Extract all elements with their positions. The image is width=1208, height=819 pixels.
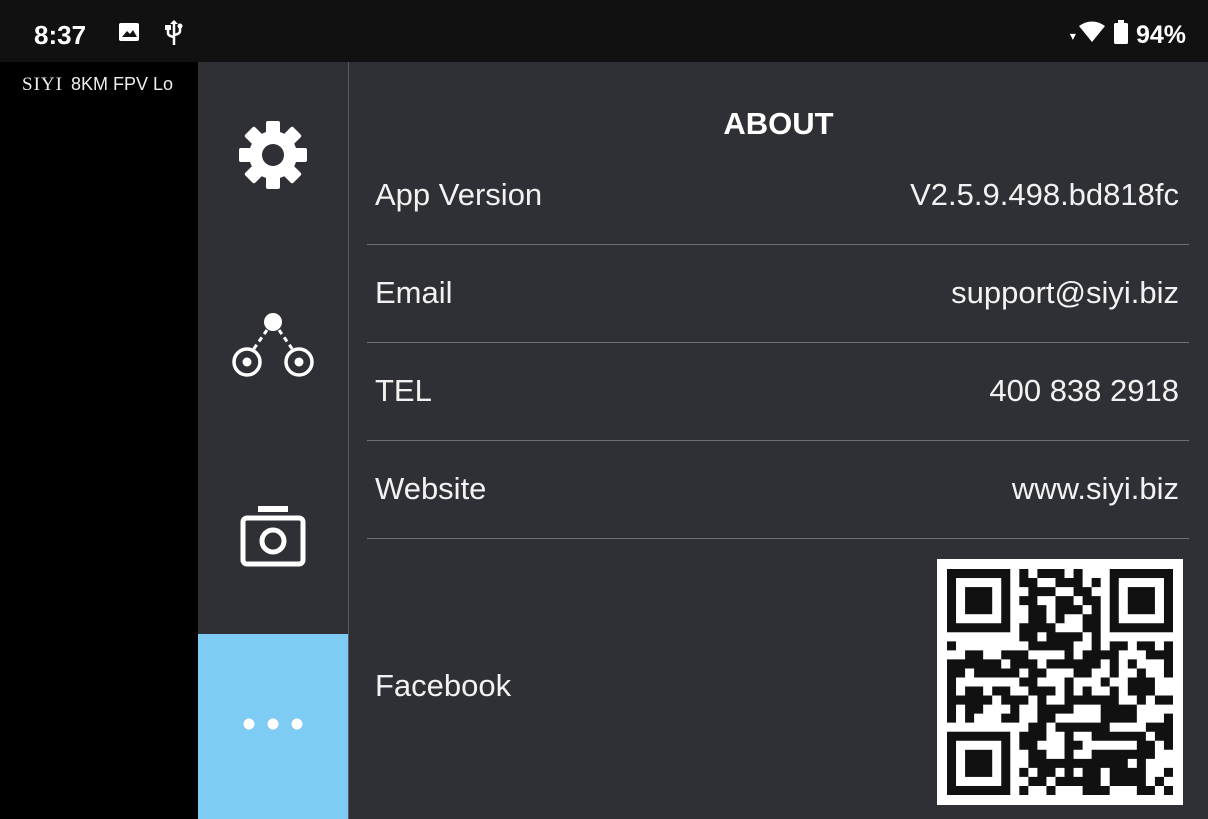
brand-logo: SIYI bbox=[22, 74, 63, 95]
more-icon bbox=[241, 717, 305, 736]
facebook-label: Facebook bbox=[375, 668, 512, 703]
about-row-website: Website www.siyi.biz bbox=[367, 440, 1189, 539]
about-row-email: Email support@siyi.biz bbox=[367, 244, 1189, 343]
facebook-qr-code bbox=[937, 559, 1183, 805]
network-link-icon bbox=[231, 312, 315, 383]
status-bar: 8:37 ▾ 94% bbox=[0, 0, 1208, 62]
row-value: V2.5.9.498.bd818fc bbox=[910, 177, 1179, 212]
status-time: 8:37 bbox=[34, 20, 87, 50]
page-title: ABOUT bbox=[723, 106, 834, 141]
row-value: 400 838 2918 bbox=[989, 373, 1179, 408]
gear-icon bbox=[237, 119, 309, 196]
wifi-icon bbox=[1078, 21, 1106, 50]
about-panel: ABOUT App Version V2.5.9.498.bd818fc Ema… bbox=[349, 62, 1208, 819]
about-row-app-version: App Version V2.5.9.498.bd818fc bbox=[367, 146, 1189, 245]
usb-icon bbox=[164, 20, 184, 51]
nav-camera-settings[interactable] bbox=[198, 442, 348, 634]
signal-arrows-icon: ▾ bbox=[1069, 28, 1076, 43]
nav-link-settings[interactable] bbox=[198, 252, 348, 442]
battery-percent: 94% bbox=[1135, 21, 1186, 49]
video-title: SIYI 8KM FPV Lo bbox=[22, 74, 173, 96]
about-row-tel: TEL 400 838 2918 bbox=[367, 342, 1189, 441]
nav-more[interactable] bbox=[198, 634, 348, 819]
row-label: TEL bbox=[375, 373, 432, 408]
row-label: Email bbox=[375, 275, 453, 310]
device-name: 8KM FPV Lo bbox=[70, 74, 173, 94]
row-value: www.siyi.biz bbox=[1011, 471, 1179, 506]
row-value: support@siyi.biz bbox=[951, 275, 1179, 310]
row-label: App Version bbox=[375, 177, 543, 212]
nav-general-settings[interactable] bbox=[198, 62, 348, 252]
battery-icon bbox=[1113, 20, 1128, 51]
camera-icon bbox=[240, 504, 306, 573]
video-feed-panel[interactable]: SIYI 8KM FPV Lo bbox=[0, 62, 198, 819]
row-label: Website bbox=[375, 471, 487, 506]
image-notification-icon bbox=[118, 22, 140, 47]
settings-nav-rail bbox=[198, 62, 349, 819]
